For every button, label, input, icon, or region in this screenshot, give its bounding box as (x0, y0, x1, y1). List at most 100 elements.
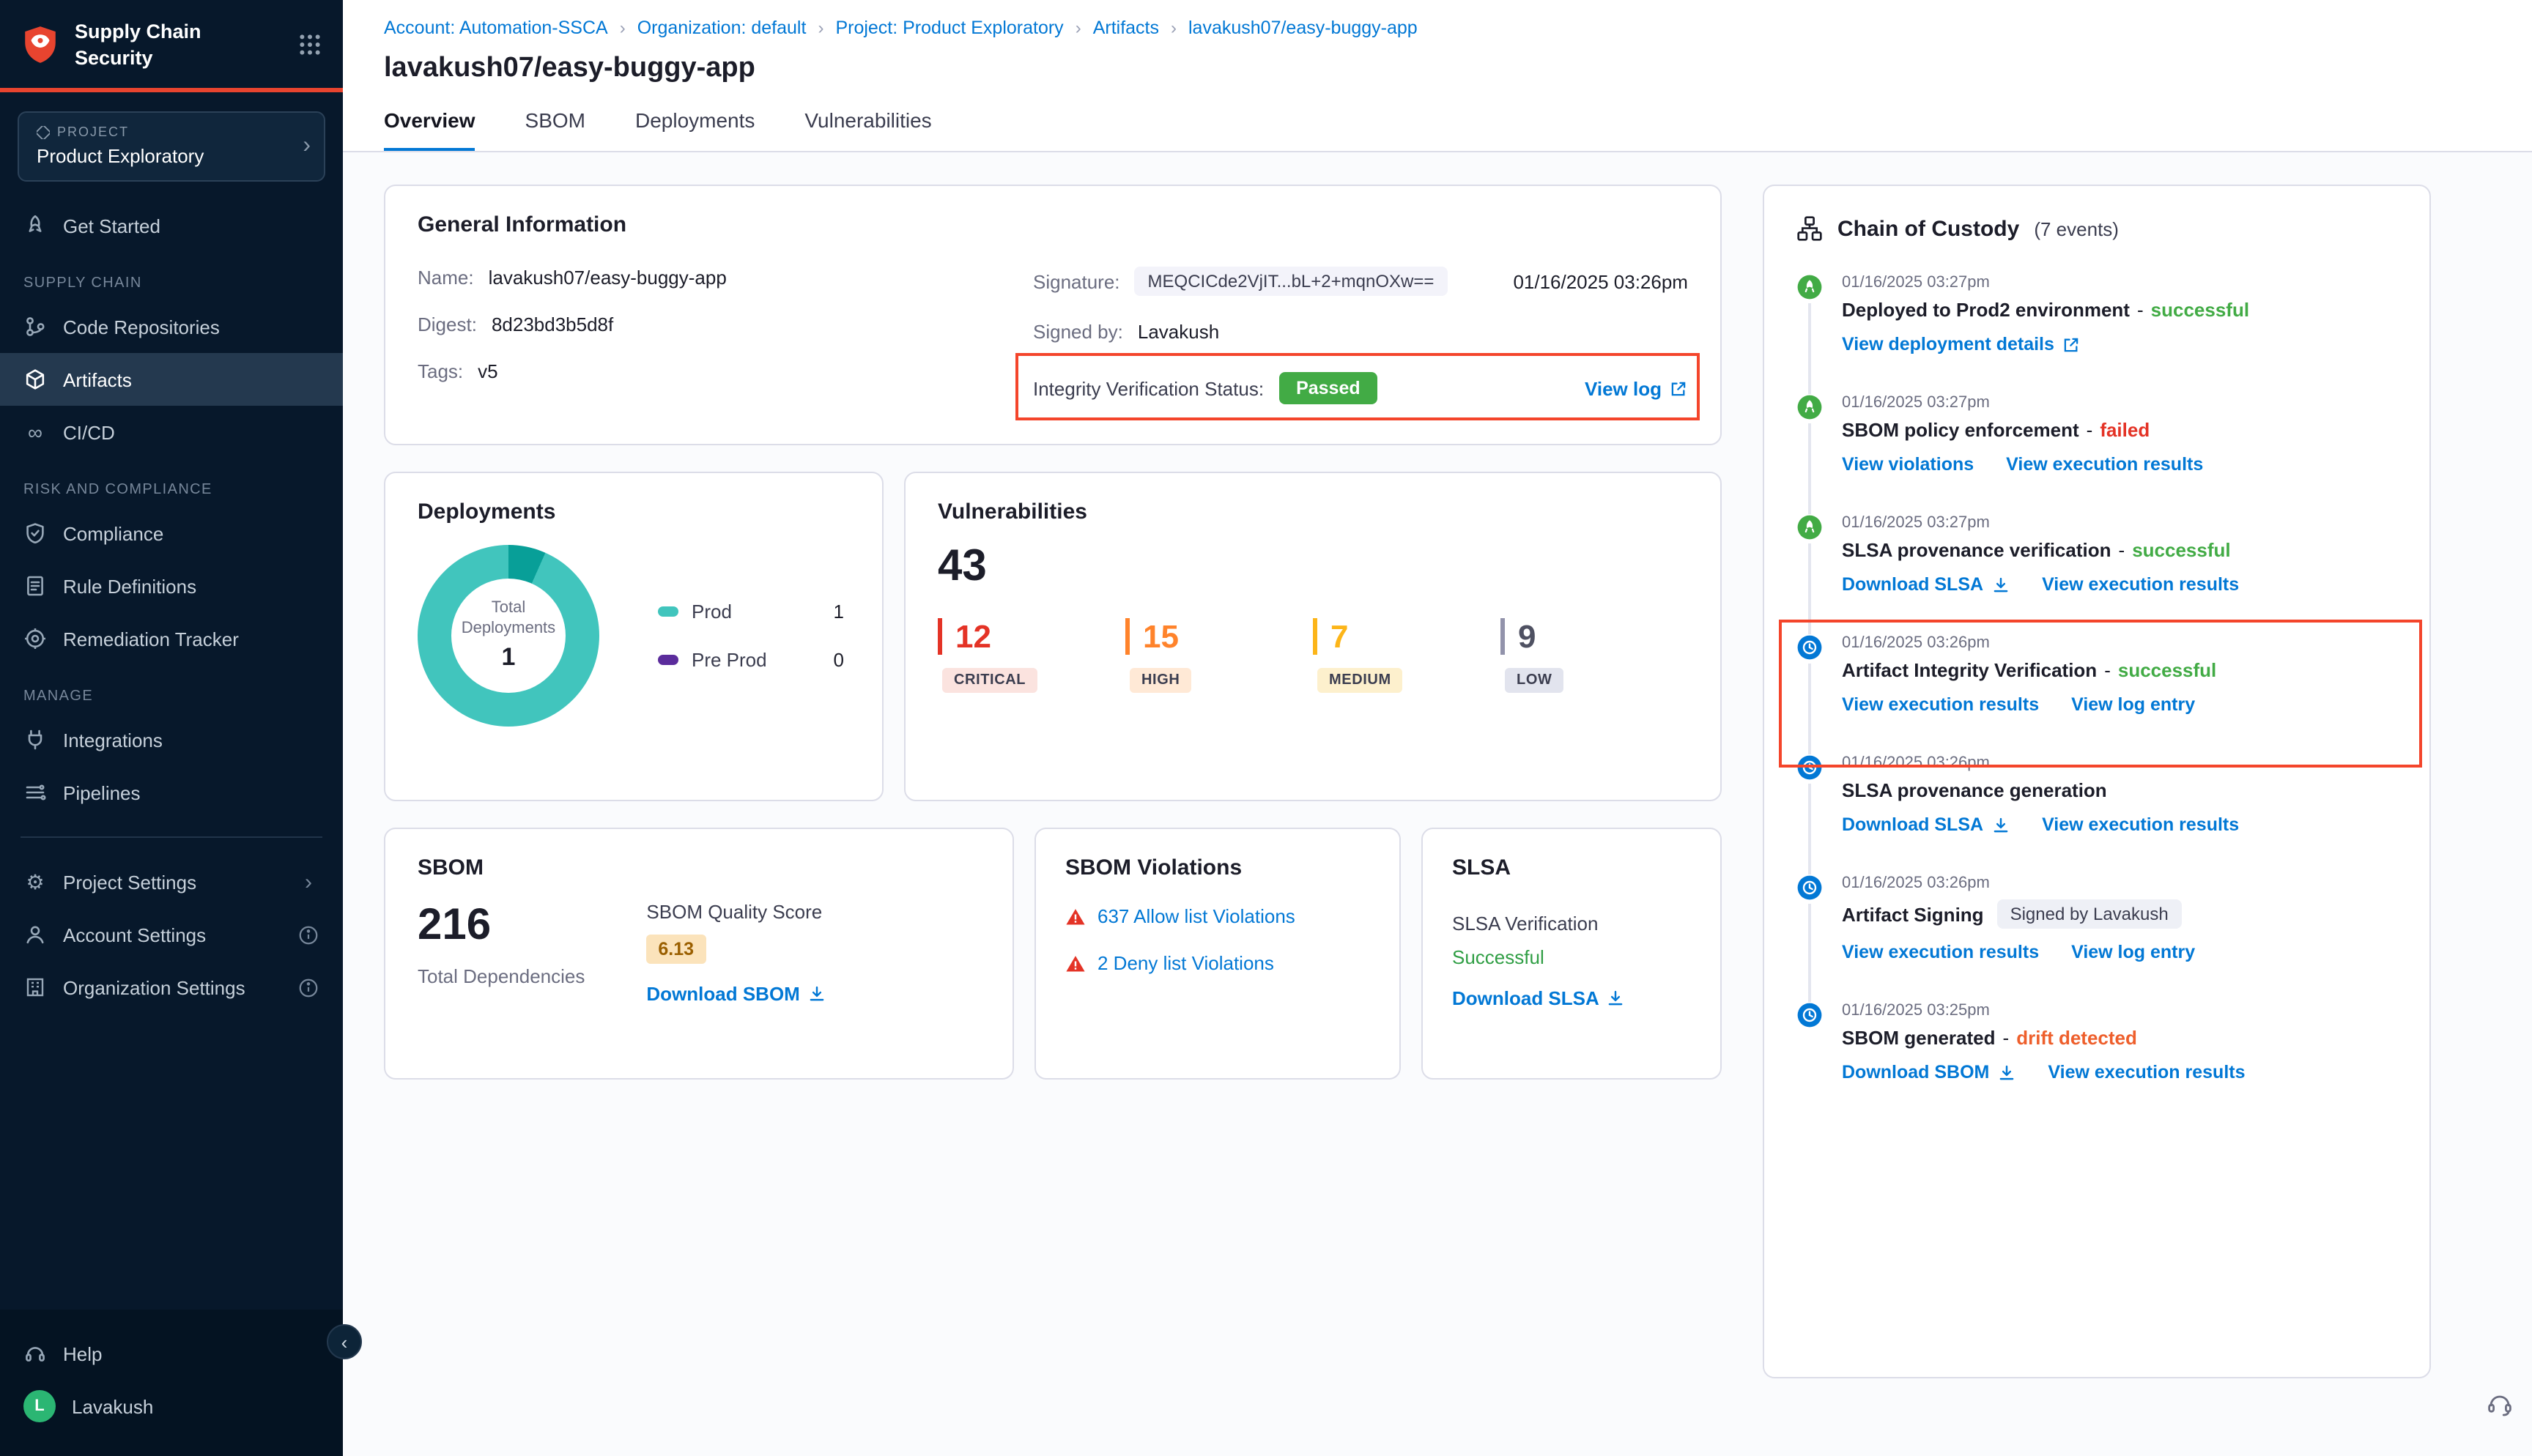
help-button[interactable]: Help (0, 1327, 343, 1380)
view-log-entry-link[interactable]: View log entry (2071, 942, 2195, 962)
sidebar-item-pipelines[interactable]: Pipelines (0, 766, 343, 819)
chevron-right-icon: › (1171, 18, 1177, 38)
name-label: Name: (418, 267, 474, 289)
sidebar-item-account-settings[interactable]: Account Settings (0, 908, 343, 961)
deployments-card: Deployments Total Deployments 1 (384, 472, 884, 801)
history-event-icon (1796, 874, 1823, 901)
sidebar-item-remediation-tracker[interactable]: Remediation Tracker (0, 612, 343, 665)
download-icon (1991, 575, 2010, 594)
sidebar-divider (21, 836, 322, 838)
sidebar-item-project-settings[interactable]: ⚙ Project Settings › (0, 855, 343, 908)
sidebar-item-cicd[interactable]: ∞ CI/CD (0, 406, 343, 458)
breadcrumb-project[interactable]: Project: Product Exploratory (835, 18, 1063, 38)
event-timestamp: 01/16/2025 03:27pm (1842, 274, 2397, 291)
view-execution-results-link[interactable]: View execution results (2042, 814, 2239, 835)
event-timestamp: 01/16/2025 03:26pm (1842, 634, 2397, 652)
event-title: Deployed to Prod2 environment (1842, 299, 2130, 321)
donut-center: Total Deployments 1 (451, 579, 566, 693)
breadcrumb-organization[interactable]: Organization: default (637, 18, 807, 38)
severity-label-chip: LOW (1505, 669, 1563, 694)
plug-icon (23, 728, 47, 751)
integrity-verification-row: Integrity Verification Status: Passed Vi… (1033, 372, 1688, 404)
sidebar-item-artifacts[interactable]: Artifacts (0, 353, 343, 406)
sidebar-item-organization-settings[interactable]: Organization Settings (0, 961, 343, 1014)
sidebar-item-get-started[interactable]: Get Started (0, 199, 343, 252)
signed-by-row: Signed by: Lavakush (1033, 321, 1688, 343)
view-execution-results-link[interactable]: View execution results (1842, 942, 2039, 962)
download-sbom-row: Download SBOM (646, 981, 826, 1008)
digest-value: 8d23bd3b5d8f (492, 313, 613, 335)
page-title: lavakush07/easy-buggy-app (384, 53, 2491, 85)
event-timestamp: 01/16/2025 03:27pm (1842, 514, 2397, 532)
tab-vulnerabilities[interactable]: Vulnerabilities (804, 108, 931, 151)
sidebar-item-rule-definitions[interactable]: Rule Definitions (0, 560, 343, 612)
app-window: Supply Chain Security PROJECT Product Ex… (0, 0, 2532, 1456)
download-icon (1991, 815, 2010, 834)
tab-overview[interactable]: Overview (384, 108, 475, 151)
view-violations-link[interactable]: View violations (1842, 454, 1974, 475)
severity-low: 9 LOW (1500, 618, 1688, 694)
card-title: Chain of Custody (1837, 216, 2019, 241)
event-deployed-prod2: 01/16/2025 03:27pm Deployed to Prod2 env… (1796, 274, 2397, 394)
sbom-card: SBOM 216 Total Dependencies SBOM Quality… (384, 828, 1014, 1080)
module-switcher-icon[interactable] (297, 32, 322, 57)
tab-deployments[interactable]: Deployments (635, 108, 755, 151)
external-link-icon (2062, 335, 2081, 354)
sbom-body: 216 Total Dependencies SBOM Quality Scor… (418, 901, 980, 1008)
general-info-left-column: Name: lavakush07/easy-buggy-app Digest: … (418, 267, 1033, 407)
vulnerabilities-card: Vulnerabilities 43 12 CRITICAL 15 HIGH (904, 472, 1722, 801)
tags-row: Tags: v5 (418, 360, 1033, 382)
view-execution-results-link[interactable]: View execution results (2048, 1062, 2245, 1082)
download-sbom-link[interactable]: Download SBOM (646, 983, 826, 1005)
sidebar-collapse-button[interactable]: ‹ (327, 1324, 362, 1359)
pipelines-icon (23, 781, 47, 804)
organization-icon (23, 976, 47, 999)
supply-chain-security-logo-icon (21, 25, 60, 64)
allow-list-violations-row: 637 Allow list Violations (1065, 905, 1370, 927)
shield-check-icon (23, 521, 47, 545)
view-execution-results-link[interactable]: View execution results (1842, 694, 2039, 715)
sidebar-item-integrations[interactable]: Integrations (0, 713, 343, 766)
sidebar-item-compliance[interactable]: Compliance (0, 507, 343, 560)
cards-row-3: SBOM 216 Total Dependencies SBOM Quality… (384, 828, 1722, 1080)
event-title: SLSA provenance generation (1842, 779, 2107, 801)
download-slsa-link[interactable]: Download SLSA (1842, 574, 2010, 595)
view-log-entry-link[interactable]: View log entry (2071, 694, 2195, 715)
sidebar-item-code-repositories[interactable]: Code Repositories (0, 300, 343, 353)
deny-list-violations-link[interactable]: 2 Deny list Violations (1097, 952, 1274, 974)
breadcrumb-account[interactable]: Account: Automation-SSCA (384, 18, 608, 38)
event-status: successful (2118, 659, 2216, 681)
severity-count: 12 (938, 618, 1125, 655)
help-label: Help (63, 1342, 103, 1364)
view-execution-results-link[interactable]: View execution results (2006, 454, 2203, 475)
sidebar-item-label: Account Settings (63, 924, 206, 946)
signature-timestamp: 01/16/2025 03:26pm (1513, 270, 1688, 292)
dash: - (2003, 1027, 2010, 1049)
download-slsa-link[interactable]: Download SLSA (1452, 987, 1626, 1009)
event-title: SBOM generated (1842, 1027, 1996, 1049)
breadcrumb-artifacts[interactable]: Artifacts (1093, 18, 1159, 38)
project-selector[interactable]: PROJECT Product Exploratory › (18, 111, 325, 182)
page-header: Account: Automation-SSCA › Organization:… (343, 0, 2532, 152)
support-chat-icon[interactable] (2485, 1389, 2514, 1418)
event-status: failed (2100, 419, 2150, 441)
view-execution-results-link[interactable]: View execution results (2042, 574, 2239, 595)
allow-list-violations-link[interactable]: 637 Allow list Violations (1097, 905, 1295, 927)
dash: - (2104, 659, 2111, 681)
download-sbom-link[interactable]: Download SBOM (1842, 1062, 2015, 1082)
breadcrumb-current[interactable]: lavakush07/easy-buggy-app (1188, 18, 1418, 38)
sbom-quality-score-value: 6.13 (646, 935, 706, 964)
app-title: Supply Chain Security (75, 19, 227, 70)
tab-sbom[interactable]: SBOM (525, 108, 585, 151)
sidebar-item-label: Get Started (63, 215, 160, 237)
user-menu[interactable]: L Lavakush (0, 1380, 343, 1433)
event-title: Artifact Integrity Verification (1842, 659, 2097, 681)
view-log-link[interactable]: View log (1585, 377, 1688, 399)
chevron-right-icon: › (620, 18, 626, 38)
card-title: SBOM (418, 855, 980, 880)
event-timestamp: 01/16/2025 03:27pm (1842, 394, 2397, 412)
content-area: General Information Name: lavakush07/eas… (343, 152, 2532, 1456)
severity-count: 7 (1313, 618, 1500, 655)
download-slsa-link[interactable]: Download SLSA (1842, 814, 2010, 835)
view-deployment-details-link[interactable]: View deployment details (1842, 334, 2081, 354)
